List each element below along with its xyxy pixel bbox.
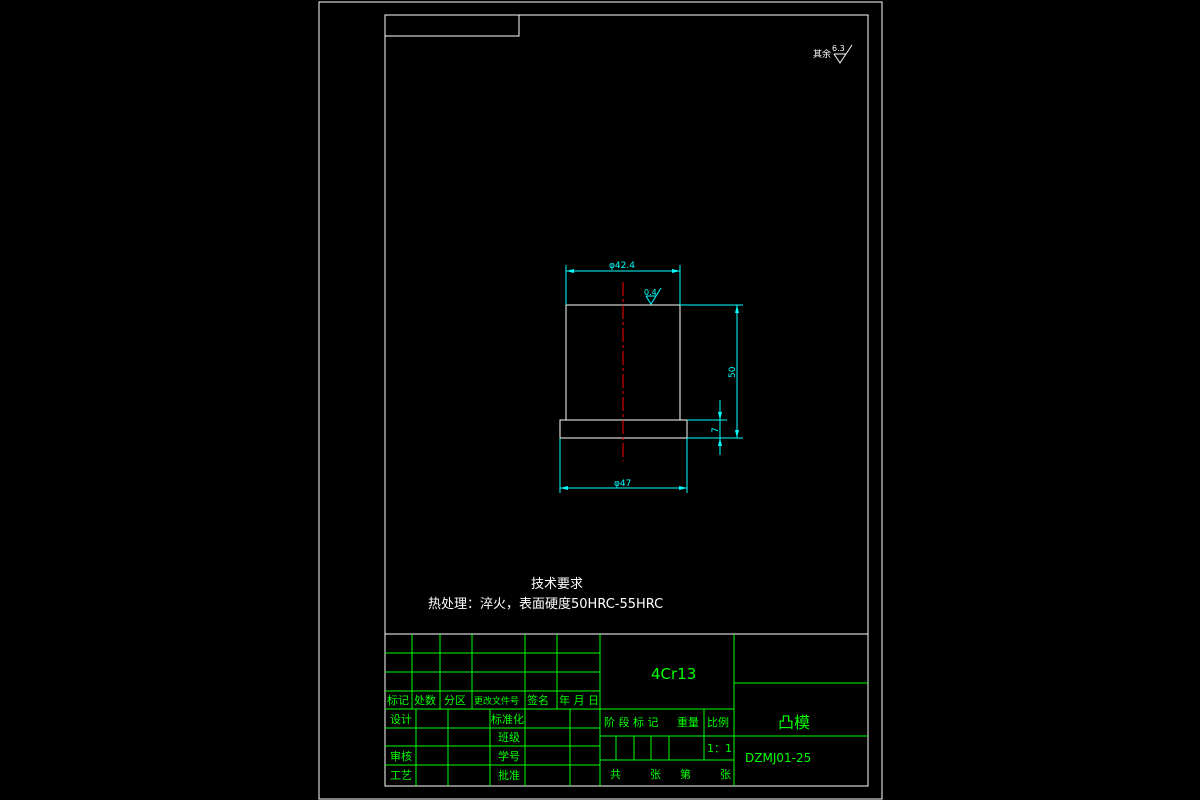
part-name: 凸模 [778, 713, 810, 732]
label-weight: 重量 [677, 715, 699, 729]
corner-roughness-symbol: 其余 6.3 [813, 44, 853, 64]
code-box [384, 14, 520, 37]
label-stage-mark: 阶 段 标 记 [604, 715, 659, 729]
rev-header-mark: 标记 [387, 693, 409, 707]
cad-drawing-sheet: 其余 6.3 φ42.4 0.4 50 7 φ47 技术要求 热处理：淬火，表面… [318, 1, 883, 800]
drawing-frame [384, 14, 869, 787]
roughness-corner-value: 6.3 [832, 44, 845, 53]
label-craft: 工艺 [390, 769, 412, 782]
label-check: 批准 [498, 768, 520, 782]
roughness-corner-label: 其余 [813, 48, 831, 60]
label-total: 共 [610, 768, 621, 781]
label-student-no: 学号 [498, 749, 520, 763]
tech-requirements-line: 热处理：淬火，表面硬度50HRC-55HRC [428, 596, 663, 612]
dim-height: 50 [728, 366, 738, 378]
rev-header-docno: 更改文件号 [474, 695, 519, 707]
rev-header-sign: 签名 [527, 693, 549, 707]
label-page: 第 [680, 767, 691, 781]
rev-header-zone: 分区 [444, 694, 466, 707]
label-standard: 标准化 [491, 712, 524, 726]
label-sheet2: 张 [720, 768, 731, 781]
tech-requirements-heading: 技术要求 [531, 577, 583, 592]
label-ratio: 比例 [707, 715, 729, 729]
title-block: 标记 处数 分区 更改文件号 签名 年 月 日 设计 标准化 班级 审核 学号 … [385, 633, 868, 786]
dimensions: φ42.4 0.4 50 7 φ47 [559, 261, 743, 493]
dim-top-diameter: φ42.4 [609, 261, 635, 271]
rev-header-date: 年 月 日 [559, 693, 599, 707]
dim-bottom-diameter: φ47 [614, 479, 631, 489]
part-view [559, 282, 688, 461]
label-class: 班级 [498, 731, 520, 744]
label-design: 设计 [390, 713, 412, 726]
label-audit: 审核 [390, 749, 412, 763]
dim-flange: 7 [711, 427, 721, 433]
scale-value: 1：1 [707, 742, 732, 755]
label-sheets: 张 [650, 768, 661, 781]
drawing-number: DZMJ01-25 [745, 751, 811, 765]
material: 4Cr13 [651, 665, 696, 683]
rev-header-count: 处数 [414, 694, 436, 707]
